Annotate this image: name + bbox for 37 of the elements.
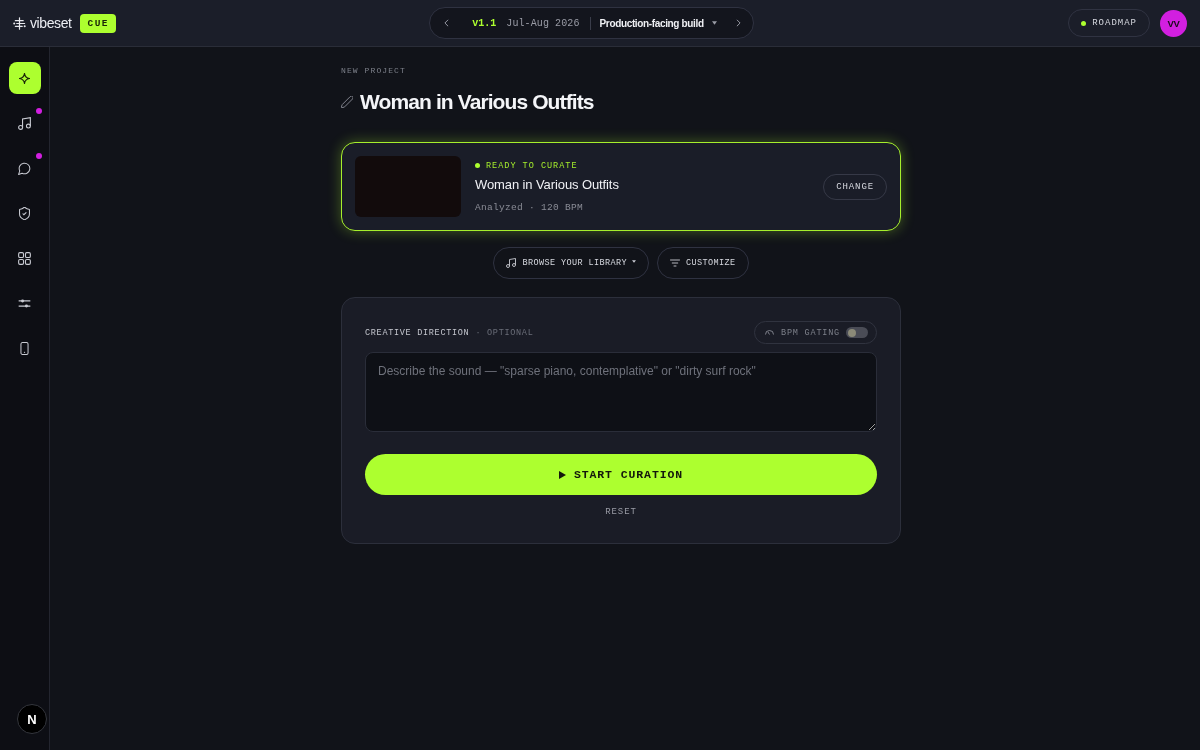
gauge-icon: [765, 330, 774, 335]
status-dot-icon: [475, 163, 480, 168]
optional-hint: · OPTIONAL: [475, 327, 534, 338]
period-label: Jul-Aug 2026: [506, 17, 580, 29]
version-label: v1.1: [472, 17, 497, 29]
project-title: Woman in Various Outfits: [360, 89, 594, 115]
logo-icon: [13, 16, 26, 30]
section-label: CREATIVE DIRECTION: [365, 327, 470, 338]
sliders-icon: [18, 296, 31, 310]
reset-button[interactable]: RESET: [605, 506, 637, 518]
chevron-left-icon: [444, 19, 450, 27]
sparkle-icon: [19, 72, 30, 84]
media-meta: Analyzed · 120 BPM: [475, 200, 585, 214]
shield-check-icon: [18, 206, 31, 220]
direction-input[interactable]: Describe the sound — "sparse piano, contemplative" or "dirty surf rock": [365, 352, 877, 432]
page-eyebrow: NEW PROJECT: [341, 65, 407, 77]
music-note-icon: [506, 258, 517, 268]
bpm-gating-label: BPM GATING: [781, 327, 840, 338]
filter-icon: [670, 258, 680, 268]
product-tag: CUE: [79, 13, 116, 33]
bpm-gating-toggle[interactable]: [846, 327, 868, 338]
start-curation-button[interactable]: START CURATION: [365, 454, 877, 495]
media-title: Woman in Various Outfits: [475, 176, 620, 193]
avatar[interactable]: VV: [1160, 9, 1187, 37]
build-dropdown[interactable]: Production-facing build: [599, 17, 717, 29]
chevron-right-icon: [735, 19, 741, 27]
brand-name: vibeset: [30, 14, 72, 32]
caret-icon: [711, 21, 717, 25]
chat-bubble-icon: [18, 161, 31, 175]
pencil-icon[interactable]: [341, 96, 353, 108]
phone-icon: [18, 341, 31, 355]
grid-icon: [18, 251, 31, 265]
status-dot-icon: [1081, 20, 1087, 26]
play-icon: [558, 470, 566, 479]
music-note-icon: [18, 116, 31, 130]
status-label: READY TO CURATE: [486, 159, 578, 172]
sidebar-item[interactable]: [8, 62, 41, 94]
